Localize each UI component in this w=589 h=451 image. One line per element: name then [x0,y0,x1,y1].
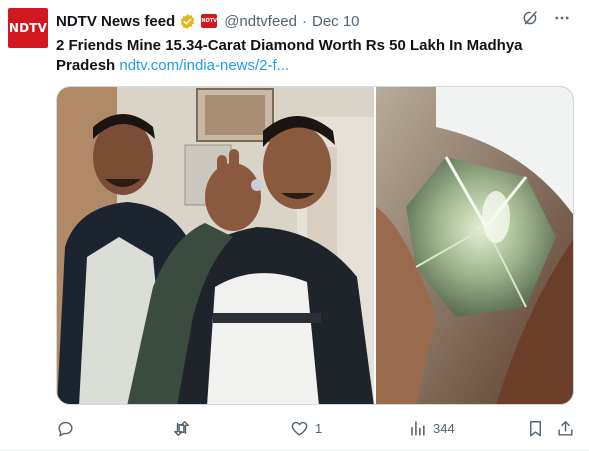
share-button[interactable] [556,419,575,438]
tweet-link[interactable]: ndtv.com/india-news/2-f... [119,57,289,74]
retweet-button[interactable] [172,419,197,438]
reply-button[interactable] [56,419,81,438]
photo-diamond-illustration [376,87,573,404]
views-icon [408,419,427,438]
photo-diamond-closeup[interactable] [374,87,573,404]
tweet-actions: 1 344 [56,416,576,440]
retweet-icon [172,419,191,438]
avatar[interactable]: NDTV [8,8,48,48]
views-count: 344 [433,420,455,436]
more-icon[interactable] [553,9,571,27]
tweet-header: NDTV News feed NDTV @ndtvfeed · Dec 10 [56,10,519,32]
views-button[interactable]: 344 [408,419,455,438]
avatar-logo-text: NDTV [8,21,48,35]
display-name[interactable]: NDTV News feed [56,13,175,30]
grok-icon[interactable] [521,9,539,27]
affiliate-badge-text: NDTV [201,18,218,24]
like-count: 1 [315,420,323,436]
photo-two-men-holding-diamond[interactable] [57,87,374,404]
media-grid [56,86,574,405]
separator-dot: · [301,12,307,30]
like-button[interactable]: 1 [290,419,322,438]
like-icon [290,419,309,438]
bookmark-icon [526,419,545,438]
reply-icon [56,419,75,438]
share-icon [556,419,575,438]
affiliate-badge-icon[interactable]: NDTV [201,14,218,28]
tweet-text: 2 Friends Mine 15.34-Carat Diamond Worth… [56,36,556,76]
user-handle[interactable]: @ndtvfeed [224,13,297,30]
tweet-top-actions [521,9,571,27]
verified-gold-icon[interactable] [179,13,196,30]
bookmark-button[interactable] [526,419,545,438]
photo-two-men-illustration [57,87,374,404]
timestamp[interactable]: Dec 10 [312,13,360,30]
